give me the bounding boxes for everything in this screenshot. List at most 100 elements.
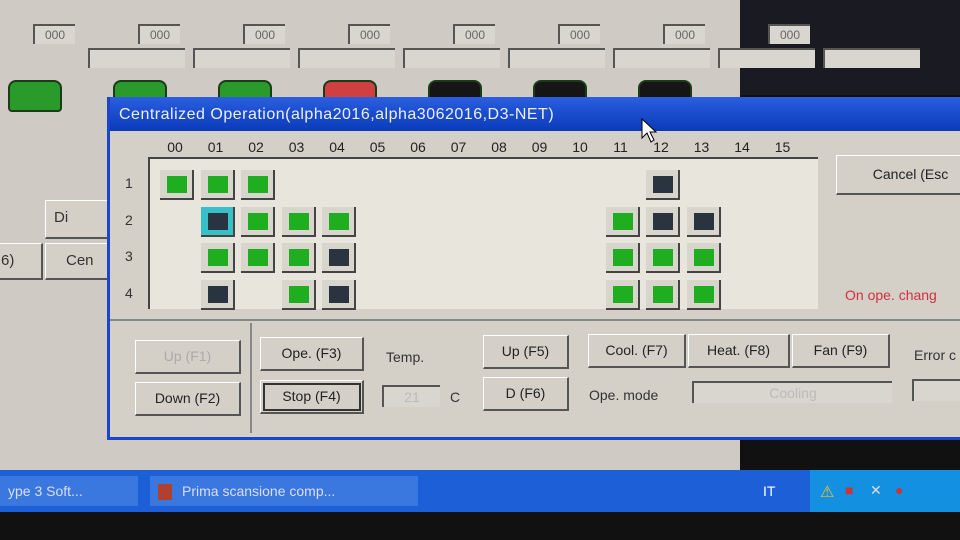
counter-field: 000 xyxy=(453,24,495,44)
unit-status-indicator xyxy=(329,249,349,266)
column-header: 01 xyxy=(207,139,224,155)
warning-icon[interactable]: ⚠ xyxy=(820,482,834,502)
unit-status-indicator xyxy=(248,212,268,230)
unit-cell-1-02[interactable] xyxy=(241,170,275,200)
unit-cell-2-13[interactable] xyxy=(686,206,721,237)
status-message: On ope. chang xyxy=(845,287,937,303)
unit-status-indicator xyxy=(167,176,187,193)
background-field xyxy=(823,48,920,68)
system-tray: ⚠ ■ ✕ ● xyxy=(810,470,960,512)
unit-cell-2-04[interactable] xyxy=(322,206,356,237)
background-field xyxy=(718,48,815,68)
unit-status-indicator xyxy=(329,285,349,303)
unit-cell-4-04[interactable] xyxy=(322,279,356,310)
up-f1-button[interactable]: Up (F1) xyxy=(135,340,241,374)
column-header: 04 xyxy=(329,139,345,155)
language-indicator[interactable]: IT xyxy=(755,476,775,506)
unit-cell-4-11[interactable] xyxy=(605,279,640,310)
network-icon[interactable]: ✕ xyxy=(870,482,882,499)
background-field xyxy=(298,48,395,68)
unit-status-indicator xyxy=(612,212,633,230)
unit-cell-4-03[interactable] xyxy=(281,279,316,310)
unit-cell-1-00[interactable] xyxy=(160,170,194,200)
unit-cell-3-11[interactable] xyxy=(605,243,640,273)
row-header: 4 xyxy=(125,284,133,301)
ope-f3-button[interactable]: Ope. (F3) xyxy=(260,337,364,371)
background-button-partial[interactable]: 6) xyxy=(0,243,43,280)
taskbar-item-label: Prima scansione comp... xyxy=(182,483,336,499)
divider xyxy=(110,319,960,321)
button-label: Up (F1) xyxy=(163,348,212,364)
unit-status-indicator xyxy=(693,212,714,230)
counter-field: 000 xyxy=(138,24,180,44)
unit-cell-2-12[interactable] xyxy=(646,206,680,237)
unit-cell-1-12[interactable] xyxy=(646,170,680,200)
stop-f4-button[interactable]: Stop (F4) xyxy=(260,380,364,414)
column-header: 06 xyxy=(410,139,426,155)
temp-label: Temp. xyxy=(386,349,425,365)
unit-status-indicator xyxy=(207,212,228,230)
ope-mode-label: Ope. mode xyxy=(589,387,659,403)
unit-cell-2-03[interactable] xyxy=(281,206,316,237)
background-field xyxy=(403,48,500,68)
error-code-field xyxy=(912,379,960,401)
background-field xyxy=(508,48,605,68)
fan-f9-button[interactable]: Fan (F9) xyxy=(792,334,890,368)
column-header: 10 xyxy=(572,139,588,155)
column-header: 02 xyxy=(248,139,264,155)
unit-cell-2-02[interactable] xyxy=(241,206,275,237)
app-icon xyxy=(158,484,172,501)
temp-down-f6-button[interactable]: D (F6) xyxy=(483,377,569,411)
unit-cell-2-01[interactable] xyxy=(200,206,235,237)
network-icon[interactable]: ■ xyxy=(845,482,853,498)
heat-f8-button[interactable]: Heat. (F8) xyxy=(688,334,790,368)
unit-status-indicator xyxy=(248,176,268,193)
counter-field: 000 xyxy=(663,24,705,44)
unit-status-indicator xyxy=(288,249,309,266)
unit-cell-4-12[interactable] xyxy=(646,279,680,310)
background-field xyxy=(88,48,185,68)
unit-status-indicator xyxy=(653,285,673,303)
counter-field: 000 xyxy=(33,24,75,44)
button-label: Down (F2) xyxy=(154,390,221,406)
error-label: Error c xyxy=(914,347,956,363)
unit-status-indicator xyxy=(288,285,309,303)
unit-cell-3-04[interactable] xyxy=(322,243,356,273)
unit-cell-3-13[interactable] xyxy=(686,243,721,273)
button-label: Fan (F9) xyxy=(813,342,868,358)
column-header: 15 xyxy=(774,139,791,155)
unit-status-indicator xyxy=(653,212,673,230)
column-header: 03 xyxy=(288,139,305,155)
button-label: Di xyxy=(54,209,69,226)
background-field xyxy=(613,48,710,68)
unit-cell-4-13[interactable] xyxy=(686,279,721,310)
dialog-title-bar[interactable]: Centralized Operation(alpha2016,alpha306… xyxy=(110,97,960,131)
unit-cell-3-01[interactable] xyxy=(200,243,235,273)
cool-f7-button[interactable]: Cool. (F7) xyxy=(588,334,686,368)
button-label: D (F6) xyxy=(505,385,546,401)
down-f2-button[interactable]: Down (F2) xyxy=(135,382,241,416)
unit-cell-3-03[interactable] xyxy=(281,243,316,273)
temp-value-field: 21 xyxy=(382,385,440,407)
unit-cell-3-12[interactable] xyxy=(646,243,680,273)
temp-up-f5-button[interactable]: Up (F5) xyxy=(483,335,569,369)
unit-grid xyxy=(148,157,818,310)
unit-status-indicator xyxy=(207,176,228,193)
divider xyxy=(250,323,252,433)
unit-cell-4-01[interactable] xyxy=(200,279,235,310)
button-label: Ope. (F3) xyxy=(281,345,342,361)
taskbar-item-software[interactable]: ype 3 Soft... xyxy=(0,476,138,506)
taskbar-item-prima-scansione[interactable]: Prima scansione comp... xyxy=(150,476,418,506)
unit-status-indicator xyxy=(207,285,228,303)
unit-cell-1-01[interactable] xyxy=(200,170,235,200)
cancel-button[interactable]: Cancel (Esc xyxy=(836,155,960,195)
unit-icon[interactable] xyxy=(8,80,62,112)
button-label: Heat. (F8) xyxy=(706,342,770,358)
row-header: 1 xyxy=(125,175,133,191)
security-icon[interactable]: ● xyxy=(895,482,903,498)
column-header: 14 xyxy=(734,139,750,155)
unit-status-indicator xyxy=(693,249,714,266)
column-header: 09 xyxy=(531,139,548,155)
unit-cell-3-02[interactable] xyxy=(241,243,275,273)
unit-cell-2-11[interactable] xyxy=(605,206,640,237)
